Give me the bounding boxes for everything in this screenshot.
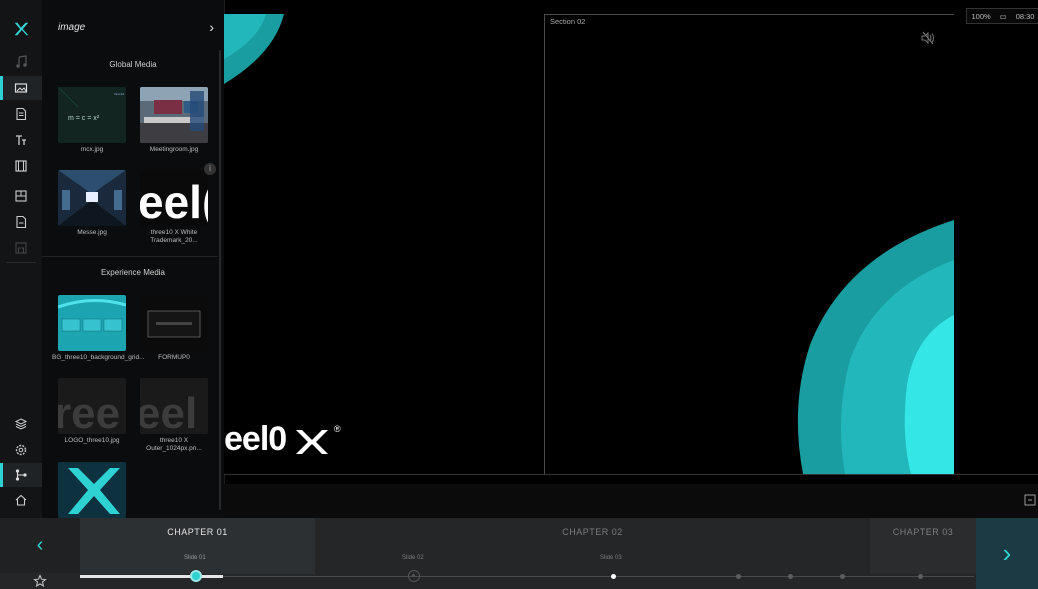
video-icon[interactable]: [0, 154, 42, 178]
media-thumb[interactable]: ree: [58, 378, 126, 434]
prev-button[interactable]: ‹: [0, 518, 80, 573]
brand-wordmark: eel0 ®: [224, 420, 354, 468]
status-indicator: 100% ▭ 08:30: [966, 8, 1038, 24]
battery-level: 100%: [971, 11, 991, 21]
slide-marker[interactable]: [840, 574, 845, 579]
media-thumb-label: three10 X White Trademark_20...: [150, 229, 198, 244]
media-thumb-label: three10 X Outer_1024px.pn...: [146, 437, 202, 452]
stage-toolbar: [224, 484, 1038, 518]
x-logo-icon[interactable]: [0, 14, 42, 44]
panel-divider: [42, 256, 218, 257]
info-badge-icon[interactable]: i: [204, 163, 216, 175]
slide-marker[interactable]: [611, 574, 616, 579]
chapter-label: CHAPTER 01: [167, 527, 228, 537]
media-thumb-label: LOGO_three10.jpg: [64, 437, 120, 444]
global-media-title: Global Media: [109, 60, 157, 69]
settings-icon[interactable]: [0, 438, 42, 462]
layers-icon[interactable]: [0, 412, 42, 436]
chapter-label: CHAPTER 03: [892, 527, 954, 537]
svg-text:ree: ree: [58, 389, 120, 434]
media-thumb[interactable]: eel: [140, 378, 208, 434]
tool-rail: [0, 0, 43, 518]
timeline-handle[interactable]: [190, 570, 202, 582]
text-icon[interactable]: [0, 128, 42, 152]
slide-marker[interactable]: [788, 574, 793, 579]
star-icon[interactable]: [0, 573, 80, 589]
media-thumb[interactable]: eel(: [140, 170, 208, 226]
panel-scrollbar[interactable]: [219, 50, 221, 510]
save-icon[interactable]: [0, 236, 42, 260]
experience-media-title: Experience Media: [100, 268, 166, 277]
rail-divider: [6, 262, 36, 263]
chapter-tab[interactable]: CHAPTER 01: [80, 518, 315, 574]
media-thumb-label: FORMUP0: [158, 354, 190, 361]
media-thumb[interactable]: [58, 295, 126, 351]
image-icon[interactable]: [0, 76, 42, 100]
timeline-bar: ‹ › CHAPTER 01 CHAPTER 02 CHAPTER 03 Sli…: [0, 518, 1038, 589]
brand-text: eel0: [224, 420, 287, 458]
svg-text:m = c = x²: m = c = x²: [68, 115, 100, 122]
slide-marker[interactable]: [918, 574, 923, 579]
chevron-left-icon: ‹: [36, 534, 44, 556]
music-icon[interactable]: [0, 50, 42, 74]
media-thumb[interactable]: m = c = x² three10: [58, 87, 126, 143]
next-button[interactable]: ›: [976, 518, 1038, 589]
chapter-label: CHAPTER 02: [562, 527, 623, 537]
media-thumb-label: BG_three10_background_grid...: [52, 354, 145, 361]
panel-title: image: [58, 22, 86, 33]
clock: 08:30: [1015, 11, 1035, 21]
media-thumb-label: Messe.jpg: [77, 229, 107, 236]
trademark-symbol: ®: [334, 424, 341, 434]
section-02-preview[interactable]: [545, 15, 954, 474]
slide-label: Slide 03: [600, 555, 622, 561]
flow-icon[interactable]: [0, 463, 42, 487]
mute-icon[interactable]: [920, 31, 936, 45]
panel-toggle-icon[interactable]: [1024, 493, 1036, 506]
battery-icon: ▭: [999, 11, 1007, 21]
slide-marker[interactable]: [736, 574, 741, 579]
media-thumb[interactable]: [140, 295, 208, 351]
media-thumb-label: Meetingroom.jpg: [149, 146, 199, 153]
chapter-tab[interactable]: CHAPTER 03: [870, 518, 976, 574]
media-thumb[interactable]: [140, 87, 208, 143]
stage-canvas: eel0 ® Section 02: [224, 0, 1038, 518]
media-thumb-label: mcx.jpg: [80, 146, 104, 153]
document-icon[interactable]: [0, 102, 42, 126]
section-label: Section 02: [550, 17, 586, 26]
panel-header: image ›: [42, 14, 224, 44]
home-icon[interactable]: [0, 488, 42, 512]
section-01-preview[interactable]: [224, 14, 544, 474]
slide-label: Slide 02: [402, 555, 424, 561]
svg-text:eel: eel: [140, 389, 197, 434]
x-logo-icon: [296, 430, 328, 454]
chapter-tab[interactable]: CHAPTER 02: [315, 518, 870, 574]
slide-label: Slide 01: [184, 555, 206, 561]
layout-icon[interactable]: [0, 184, 42, 208]
stage-bottom-line: [224, 474, 1038, 475]
svg-text:three10: three10: [114, 92, 125, 96]
chevron-right-icon[interactable]: ›: [209, 19, 214, 35]
file-icon[interactable]: [0, 210, 42, 234]
chevron-right-icon: ›: [1002, 538, 1012, 568]
slide-marker[interactable]: [408, 570, 420, 582]
svg-text:eel(: eel(: [140, 176, 208, 226]
media-thumb[interactable]: [58, 462, 126, 518]
media-panel: image › Global Media m = c = x² three10 …: [42, 0, 225, 518]
media-thumb[interactable]: [58, 170, 126, 226]
